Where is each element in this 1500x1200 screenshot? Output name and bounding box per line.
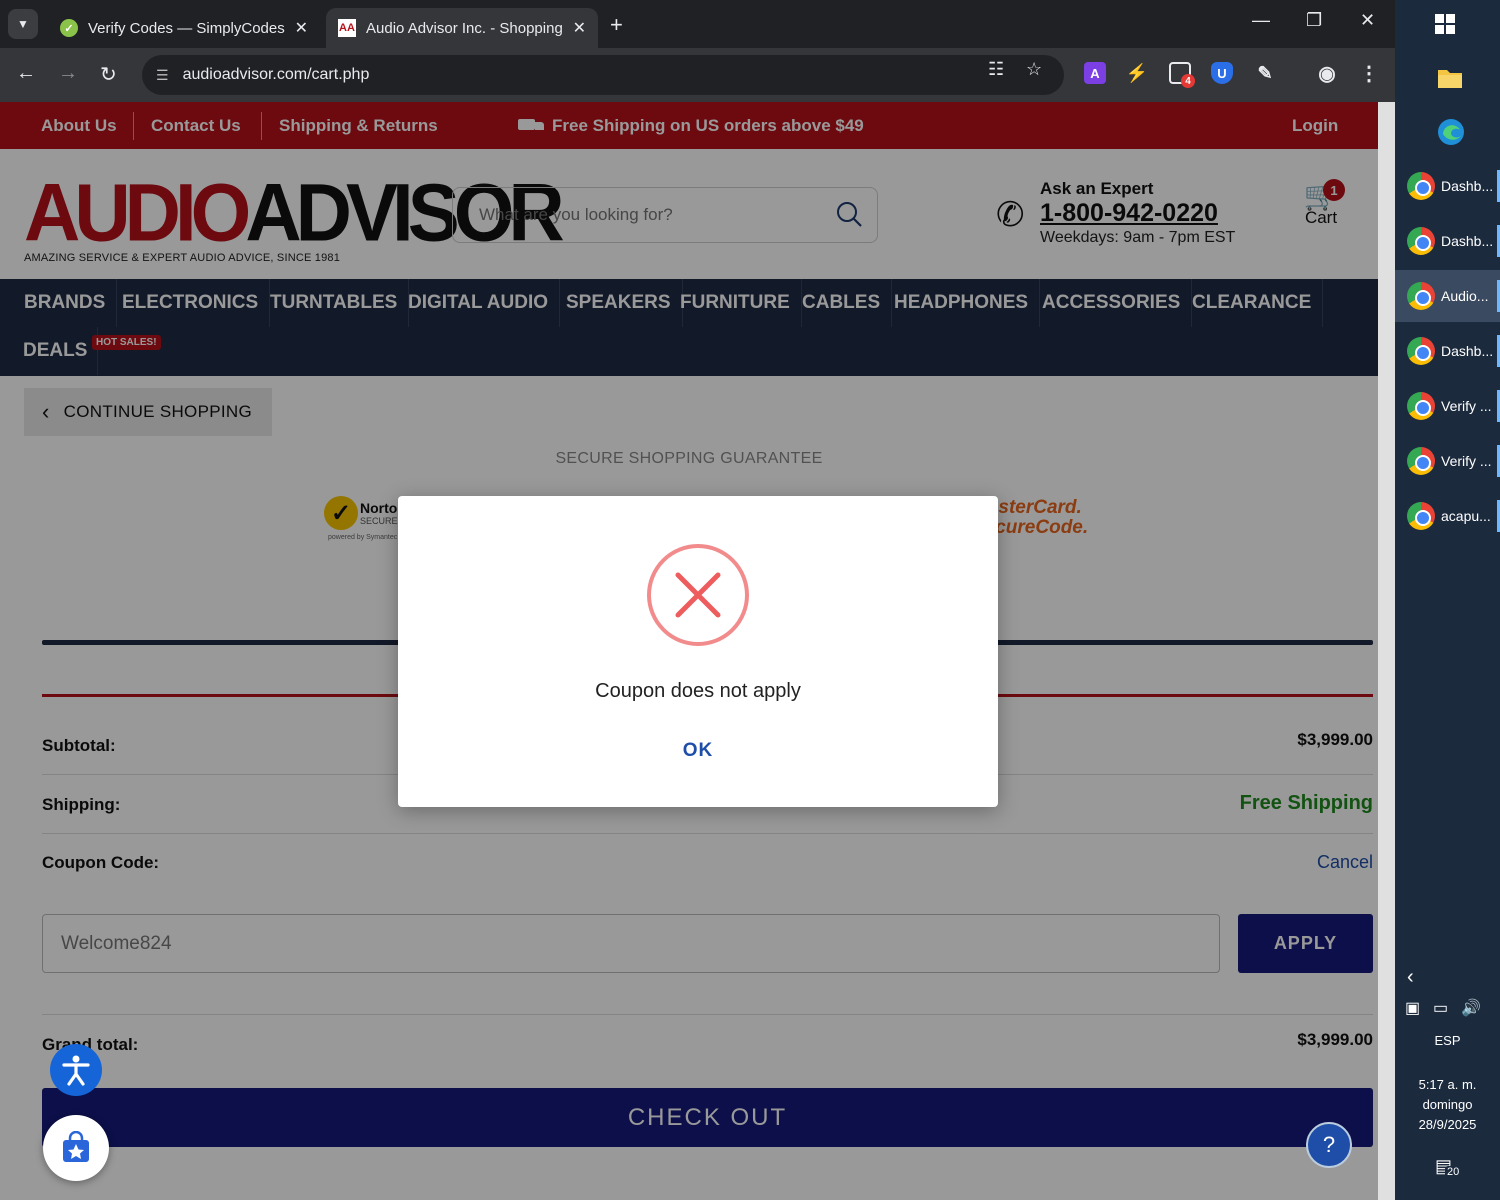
taskbar-item-active[interactable]: Audio... xyxy=(1395,270,1500,322)
chrome-icon xyxy=(1407,502,1435,530)
shopping-bag-icon[interactable] xyxy=(43,1115,109,1181)
reload-icon[interactable]: ↻ xyxy=(100,62,117,87)
help-question-icon[interactable]: ? xyxy=(1306,1122,1352,1168)
clock-date: 28/9/2025 xyxy=(1418,1117,1477,1132)
chrome-icon xyxy=(1407,337,1435,365)
coupon-error-dialog: Coupon does not apply OK xyxy=(398,496,998,807)
taskbar-item-label: acapu... xyxy=(1441,508,1491,524)
taskbar-item-label: Dashb... xyxy=(1441,343,1494,359)
file-explorer-icon[interactable] xyxy=(1437,66,1462,90)
chrome-icon xyxy=(1407,282,1435,310)
extension-badge-icon[interactable]: 4 xyxy=(1169,62,1195,88)
restore-icon[interactable]: ❐ xyxy=(1306,10,1322,31)
page-scrollbar[interactable] xyxy=(1378,102,1395,1200)
minimize-icon[interactable]: — xyxy=(1252,10,1270,31)
browser-toolbar: ← → ↻ ☰ audioadvisor.com/cart.php ☷ ☆ A … xyxy=(0,48,1395,102)
volume-icon[interactable]: 🔊 xyxy=(1461,998,1481,1018)
address-bar[interactable]: ☰ audioadvisor.com/cart.php xyxy=(142,55,1064,95)
clock-time[interactable]: 5:17 a. m. xyxy=(1395,1077,1500,1092)
notification-count: 20 xyxy=(1445,1166,1462,1178)
taskbar-item[interactable]: Dashb... xyxy=(1395,325,1500,377)
audioadvisor-favicon-icon: AA xyxy=(338,19,356,37)
taskbar-item[interactable]: acapu... xyxy=(1395,490,1500,542)
tab-title: Verify Codes — SimplyCodes xyxy=(88,19,285,37)
taskbar-item[interactable]: Dashb... xyxy=(1395,160,1500,212)
url-text: audioadvisor.com/cart.php xyxy=(182,66,370,83)
tab-simplycodes[interactable]: ✓ Verify Codes — SimplyCodes ✕ xyxy=(48,8,320,48)
chrome-icon xyxy=(1407,392,1435,420)
extension-shield-icon[interactable]: U xyxy=(1211,62,1233,84)
new-tab-plus-icon[interactable]: + xyxy=(610,12,623,38)
network-icon[interactable]: ▭ xyxy=(1433,998,1448,1018)
extensions-puzzle-icon[interactable]: ✎ xyxy=(1254,62,1276,84)
tab-audioadvisor[interactable]: AA Audio Advisor Inc. - Shopping C ✕ xyxy=(326,8,598,48)
extension-a-icon[interactable]: A xyxy=(1084,62,1106,84)
simplycodes-favicon-icon: ✓ xyxy=(60,19,78,37)
taskbar-item-label: Dashb... xyxy=(1441,178,1494,194)
edge-browser-icon[interactable] xyxy=(1437,118,1464,145)
taskbar-item-label: Verify ... xyxy=(1441,398,1492,414)
browser-tab-bar: ▼ ✓ Verify Codes — SimplyCodes ✕ AA Audi… xyxy=(0,0,1395,48)
taskbar-item-label: Audio... xyxy=(1441,288,1489,304)
extension-badge-count: 4 xyxy=(1181,74,1195,88)
error-x-icon xyxy=(647,544,749,646)
bookmark-star-icon[interactable]: ☆ xyxy=(1026,59,1042,80)
accessibility-icon[interactable] xyxy=(50,1044,102,1096)
back-arrow-icon[interactable]: ← xyxy=(16,62,36,85)
forward-arrow-icon[interactable]: → xyxy=(58,62,78,85)
web-page: About Us Contact Us Shipping & Returns F… xyxy=(0,102,1378,1200)
extension-lightning-icon[interactable]: ⚡ xyxy=(1126,62,1148,84)
close-tab-icon[interactable]: ✕ xyxy=(295,18,308,38)
tab-list-chevron-down-icon[interactable]: ▼ xyxy=(8,9,38,39)
site-settings-icon[interactable]: ☰ xyxy=(156,67,169,84)
windows-start-icon[interactable] xyxy=(1435,14,1455,34)
chrome-icon xyxy=(1407,227,1435,255)
chrome-icon xyxy=(1407,447,1435,475)
taskbar-item[interactable]: Dashb... xyxy=(1395,215,1500,267)
chrome-icon xyxy=(1407,172,1435,200)
show-hidden-icons-chevron-icon[interactable]: ‹ xyxy=(1407,966,1414,989)
dialog-message: Coupon does not apply xyxy=(595,680,801,702)
taskbar-item-label: Verify ... xyxy=(1441,453,1492,469)
taskbar-item[interactable]: Verify ... xyxy=(1395,380,1500,432)
profile-icon[interactable]: ◉ xyxy=(1316,62,1338,85)
taskbar-item-label: Dashb... xyxy=(1441,233,1494,249)
translate-icon[interactable]: ☷ xyxy=(988,59,1004,80)
tray-app-icon[interactable]: ▣ xyxy=(1405,998,1420,1018)
dialog-ok-button[interactable]: OK xyxy=(668,740,728,762)
window-close-icon[interactable]: ✕ xyxy=(1360,10,1375,31)
menu-kebab-icon[interactable]: ⋮ xyxy=(1358,62,1380,85)
windows-taskbar: Dashb... Dashb... Audio... Dashb... Veri… xyxy=(1395,0,1500,1200)
tab-title: Audio Advisor Inc. - Shopping C xyxy=(366,19,565,37)
taskbar-item[interactable]: Verify ... xyxy=(1395,435,1500,487)
clock-day: domingo xyxy=(1422,1097,1473,1112)
language-indicator[interactable]: ESP xyxy=(1395,1033,1500,1048)
close-tab-icon[interactable]: ✕ xyxy=(573,18,586,38)
